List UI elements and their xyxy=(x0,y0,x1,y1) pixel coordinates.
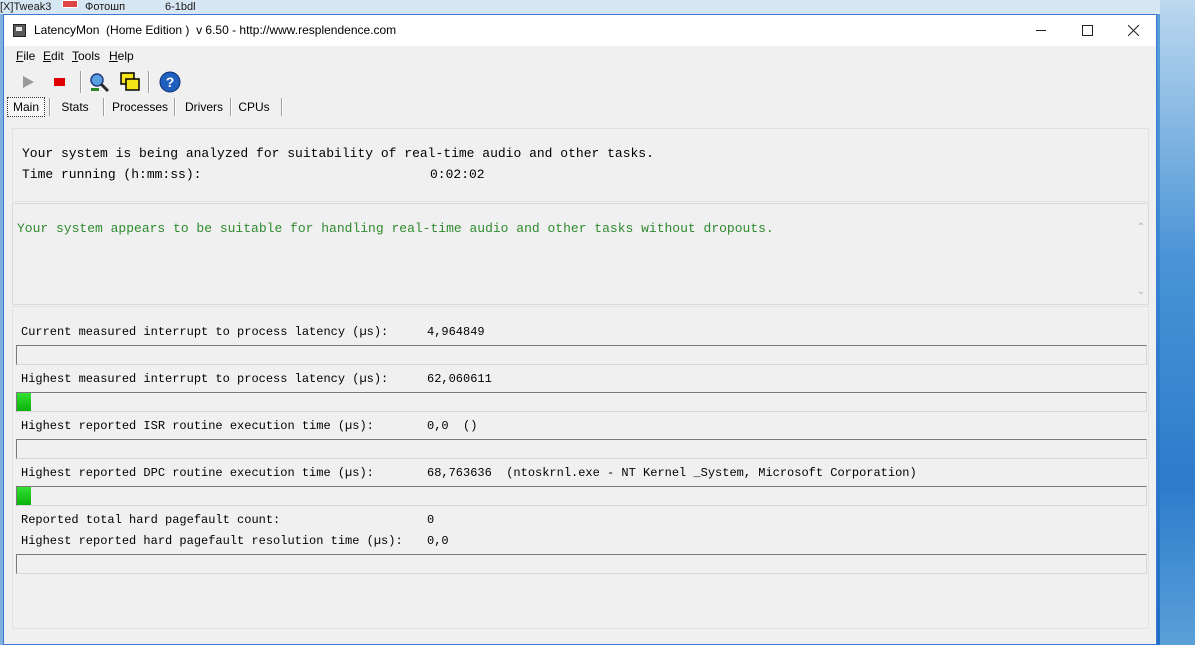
toolbar-separator xyxy=(148,71,150,93)
desktop-icon[interactable] xyxy=(62,0,78,8)
toolbar: ? xyxy=(4,67,1156,97)
bar-fill xyxy=(17,487,31,505)
metric-label: Highest measured interrupt to process la… xyxy=(21,372,389,386)
metric-value: 0,0 xyxy=(427,534,449,548)
title-bar[interactable]: LatencyMon (Home Edition ) v 6.50 - http… xyxy=(4,15,1156,46)
isr-time-bar xyxy=(16,439,1147,459)
metric-label: Highest reported hard pagefault resoluti… xyxy=(21,534,403,548)
highest-latency-bar xyxy=(16,392,1147,412)
metric-label: Reported total hard pagefault count: xyxy=(21,513,281,527)
stop-icon xyxy=(54,78,65,86)
tab-drivers[interactable]: Drivers xyxy=(179,97,229,117)
help-button[interactable]: ? xyxy=(158,70,182,94)
tab-stats[interactable]: Stats xyxy=(54,97,96,117)
time-running-value: 0:02:02 xyxy=(430,167,485,182)
metric-value: 0,0 () xyxy=(427,419,478,433)
pagefault-time-bar xyxy=(16,554,1147,574)
tab-separator xyxy=(281,98,283,116)
verdict-panel[interactable]: Your system appears to be suitable for h… xyxy=(12,203,1149,305)
latencymon-window: LatencyMon (Home Edition ) v 6.50 - http… xyxy=(3,14,1157,645)
window-title: LatencyMon (Home Edition ) v 6.50 - http… xyxy=(34,23,397,37)
menu-bar: File Edit Tools Help xyxy=(4,46,1156,66)
metric-value: 0 xyxy=(427,513,435,527)
bar-fill xyxy=(17,393,31,411)
status-panel: Your system is being analyzed for suitab… xyxy=(12,128,1149,202)
play-icon xyxy=(23,76,34,88)
menu-file[interactable]: File xyxy=(16,49,35,63)
help-icon: ? xyxy=(159,71,181,93)
current-latency-bar xyxy=(16,345,1147,365)
desktop-icon-label[interactable]: [X]Tweak3 xyxy=(0,2,51,13)
menu-tools[interactable]: Tools xyxy=(72,49,100,63)
maximize-icon xyxy=(1081,25,1093,36)
maximize-button[interactable] xyxy=(1064,15,1110,46)
tab-separator xyxy=(174,98,176,116)
metric-value: 68,763636 (ntoskrnl.exe - NT Kernel _Sys… xyxy=(427,466,917,480)
analysis-message: Your system is being analyzed for suitab… xyxy=(22,146,654,161)
app-icon[interactable] xyxy=(13,24,26,37)
scroll-down-icon[interactable]: ⌄ xyxy=(1137,286,1145,297)
scroll-up-icon[interactable]: ⌃ xyxy=(1137,222,1145,233)
tab-separator xyxy=(230,98,232,116)
desktop-strip: [X]Tweak3 Фотошп 6-1bdl xyxy=(0,0,1195,14)
tab-main[interactable]: Main xyxy=(7,97,45,117)
metrics-panel: Current measured interrupt to process la… xyxy=(12,306,1149,629)
verdict-message: Your system appears to be suitable for h… xyxy=(17,221,774,236)
minimize-icon xyxy=(1035,30,1046,31)
desktop-icon-label[interactable]: 6-1bdl xyxy=(165,2,196,13)
tab-cpus[interactable]: CPUs xyxy=(235,97,273,117)
stop-button[interactable] xyxy=(48,70,72,94)
metric-value: 4,964849 xyxy=(427,325,485,339)
svg-text:?: ? xyxy=(166,74,175,90)
toolbar-separator xyxy=(80,71,82,93)
minimize-button[interactable] xyxy=(1018,15,1064,46)
analyze-button[interactable] xyxy=(87,70,111,94)
metric-label: Highest reported ISR routine execution t… xyxy=(21,419,374,433)
dpc-time-bar xyxy=(16,486,1147,506)
tab-separator xyxy=(49,98,51,116)
desktop-icon-label[interactable]: Фотошп xyxy=(85,2,125,13)
windows-button[interactable] xyxy=(118,70,142,94)
time-running-label: Time running (h:mm:ss): xyxy=(22,167,202,182)
close-icon xyxy=(1127,25,1139,36)
desktop-wallpaper xyxy=(1160,0,1195,645)
analyze-icon xyxy=(90,73,110,93)
start-button[interactable] xyxy=(16,70,40,94)
windows-icon xyxy=(120,72,140,91)
menu-help[interactable]: Help xyxy=(109,49,134,63)
close-button[interactable] xyxy=(1110,15,1156,46)
menu-edit[interactable]: Edit xyxy=(43,49,64,63)
metric-label: Current measured interrupt to process la… xyxy=(21,325,389,339)
tab-processes[interactable]: Processes xyxy=(108,97,172,117)
tab-strip: Main Stats Processes Drivers CPUs xyxy=(4,97,1156,119)
metric-label: Highest reported DPC routine execution t… xyxy=(21,466,374,480)
metric-value: 62,060611 xyxy=(427,372,492,386)
tab-separator xyxy=(103,98,105,116)
